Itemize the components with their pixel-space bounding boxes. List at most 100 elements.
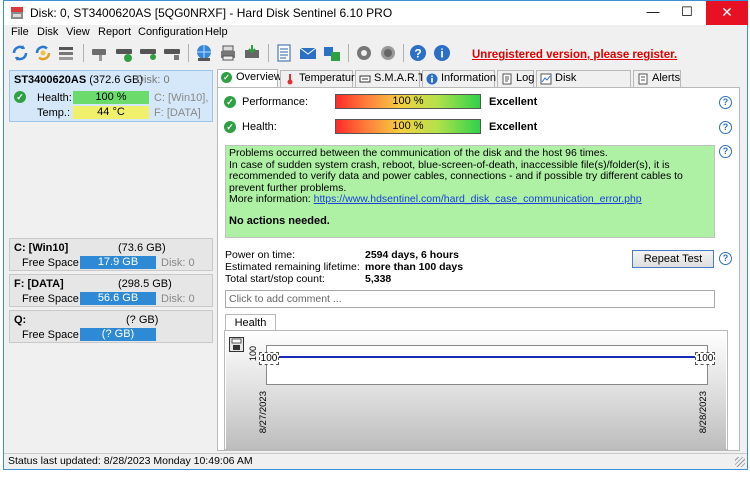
help-icon[interactable]: ? bbox=[719, 252, 732, 265]
status-text: Status last updated: 8/28/2023 Monday 10… bbox=[8, 455, 253, 467]
printer-icon[interactable] bbox=[218, 43, 238, 63]
health-ok-icon: ✓ bbox=[224, 121, 236, 133]
tab-label: Log bbox=[516, 72, 535, 84]
disk-tool-icon[interactable] bbox=[90, 43, 110, 63]
performance-label: Performance: bbox=[242, 96, 309, 108]
tab-log[interactable]: Log bbox=[497, 70, 534, 87]
tab-information[interactable]: Information bbox=[422, 70, 496, 87]
about-icon[interactable]: i bbox=[432, 43, 452, 63]
tab-health-chart[interactable]: Health (%) bbox=[225, 314, 276, 345]
health-rating: Excellent bbox=[489, 121, 538, 133]
save-disk-icon[interactable] bbox=[242, 43, 262, 63]
network-icon[interactable] bbox=[194, 43, 214, 63]
tab-strip: ✓ Overview Temperature S.M.A.R.T. Inform… bbox=[217, 69, 687, 99]
tab-temperature[interactable]: Temperature bbox=[280, 70, 361, 87]
data-label: 100 bbox=[695, 352, 715, 365]
alerts-icon bbox=[638, 73, 648, 85]
share-icon[interactable] bbox=[322, 43, 342, 63]
menu-disk[interactable]: Disk bbox=[37, 26, 58, 38]
tab-overview[interactable]: ✓ Overview bbox=[217, 69, 282, 88]
performance-ok-icon: ✓ bbox=[224, 96, 236, 108]
disk-name: ST3400620AS bbox=[14, 74, 87, 86]
tab-label: S.M.A.R.T. bbox=[374, 72, 427, 84]
maximize-button[interactable]: ☐ bbox=[670, 1, 704, 25]
comment-field[interactable]: Click to add comment ... bbox=[225, 290, 715, 308]
power-on-label: Power on time: bbox=[225, 249, 296, 261]
volume-name: F: [DATA] bbox=[14, 278, 64, 290]
menu-bar: File Disk View Report Configuration Help bbox=[4, 25, 747, 41]
tab-label: Overview bbox=[236, 71, 282, 83]
close-button[interactable]: ✕ bbox=[706, 1, 748, 25]
disk-settings-icon[interactable] bbox=[138, 43, 158, 63]
menu-report[interactable]: Report bbox=[98, 26, 131, 38]
health-bar: 100 % bbox=[335, 119, 481, 134]
volume-size: (73.6 GB) bbox=[118, 242, 166, 254]
menu-configuration[interactable]: Configuration bbox=[138, 26, 203, 38]
email-icon[interactable] bbox=[298, 43, 318, 63]
sound-icon[interactable] bbox=[378, 43, 398, 63]
app-icon bbox=[11, 7, 23, 19]
info-icon bbox=[426, 73, 438, 85]
tab-label: Alerts bbox=[652, 72, 681, 84]
volume-name: C: [Win10] bbox=[14, 242, 69, 254]
volume-card[interactable]: C: [Win10] (73.6 GB) Free Space 17.9 GB … bbox=[9, 238, 213, 271]
volume-disk: Disk: 0 bbox=[161, 257, 195, 269]
report-icon[interactable] bbox=[274, 43, 294, 63]
help-icon[interactable]: ? bbox=[719, 96, 732, 109]
settings-icon[interactable] bbox=[354, 43, 374, 63]
refresh-icon[interactable] bbox=[10, 43, 30, 63]
health-label: Health: bbox=[37, 92, 72, 104]
repeat-test-button[interactable]: Repeat Test bbox=[632, 250, 714, 268]
save-chart-icon[interactable] bbox=[229, 337, 244, 352]
lifetime-label: Estimated remaining lifetime: bbox=[225, 261, 360, 273]
resize-grip[interactable] bbox=[735, 457, 745, 467]
health-drive: C: [Win10], bbox=[154, 92, 209, 104]
health-label: Health: bbox=[242, 121, 277, 133]
menu-help[interactable]: Help bbox=[205, 26, 228, 38]
health-row: ✓ Health: 100 % Excellent ? bbox=[224, 119, 734, 135]
tab-label: Temperature bbox=[299, 72, 361, 84]
svg-text:?: ? bbox=[414, 47, 421, 61]
chart-background: 100 100 100 8/27/2023 8/28/2023 bbox=[226, 332, 726, 449]
disk-info-icon[interactable] bbox=[162, 43, 182, 63]
check-icon: ✓ bbox=[221, 72, 232, 83]
volume-disk: Disk: 0 bbox=[161, 293, 195, 305]
toolbar-separator bbox=[268, 44, 269, 62]
menu-file[interactable]: File bbox=[11, 26, 29, 38]
help-icon[interactable]: ? bbox=[719, 145, 732, 158]
disk-number: Disk: 0 bbox=[136, 74, 170, 86]
power-on-value: 2594 days, 6 hours bbox=[365, 249, 459, 261]
minimize-button[interactable]: — bbox=[636, 1, 670, 25]
disk-list-icon[interactable] bbox=[56, 43, 76, 63]
disk-card[interactable]: ST3400620AS (372.6 GB) Disk: 0 ✓ Health:… bbox=[9, 70, 213, 122]
volume-card[interactable]: F: [DATA] (298.5 GB) Free Space 56.6 GB … bbox=[9, 274, 213, 307]
x-tick-label: 8/28/2023 bbox=[698, 391, 709, 434]
tab-disk-performance[interactable]: Disk Performance bbox=[536, 70, 631, 99]
toolbar-separator bbox=[83, 44, 84, 62]
tab-smart[interactable]: S.M.A.R.T. bbox=[355, 70, 427, 87]
message-line: In case of sudden system crash, reboot, … bbox=[229, 158, 683, 194]
tab-alerts[interactable]: Alerts bbox=[633, 70, 681, 87]
help-icon[interactable]: ? bbox=[719, 121, 732, 134]
register-link[interactable]: Unregistered version, please register. bbox=[472, 49, 677, 61]
help-icon[interactable]: ? bbox=[408, 43, 428, 63]
performance-bar: 100 % bbox=[335, 94, 481, 109]
disk-name-line: ST3400620AS (372.6 GB) bbox=[14, 74, 143, 86]
rescan-icon[interactable] bbox=[33, 43, 53, 63]
more-info-label: More information: bbox=[229, 193, 311, 205]
health-value: 100 % bbox=[73, 91, 149, 104]
free-space-bar: 56.6 GB bbox=[80, 292, 156, 305]
toolbar: ? i Unregistered version, please registe… bbox=[4, 42, 747, 66]
temp-label: Temp.: bbox=[37, 107, 71, 119]
free-space-label: Free Space bbox=[22, 329, 79, 341]
volume-name: Q: bbox=[14, 314, 27, 326]
health-series-line bbox=[267, 356, 707, 358]
app-window: Disk: 0, ST3400620AS [5QG0NRXF] - Hard D… bbox=[3, 0, 748, 470]
volume-card[interactable]: Q: (? GB) Free Space (? GB) bbox=[9, 310, 213, 343]
menu-view[interactable]: View bbox=[66, 26, 90, 38]
performance-icon bbox=[540, 73, 552, 85]
more-info-link[interactable]: https://www.hdsentinel.com/hard_disk_cas… bbox=[314, 193, 642, 205]
disk-size: (372.6 GB) bbox=[89, 74, 144, 86]
performance-rating: Excellent bbox=[489, 96, 538, 108]
disk-check-icon[interactable] bbox=[114, 43, 134, 63]
